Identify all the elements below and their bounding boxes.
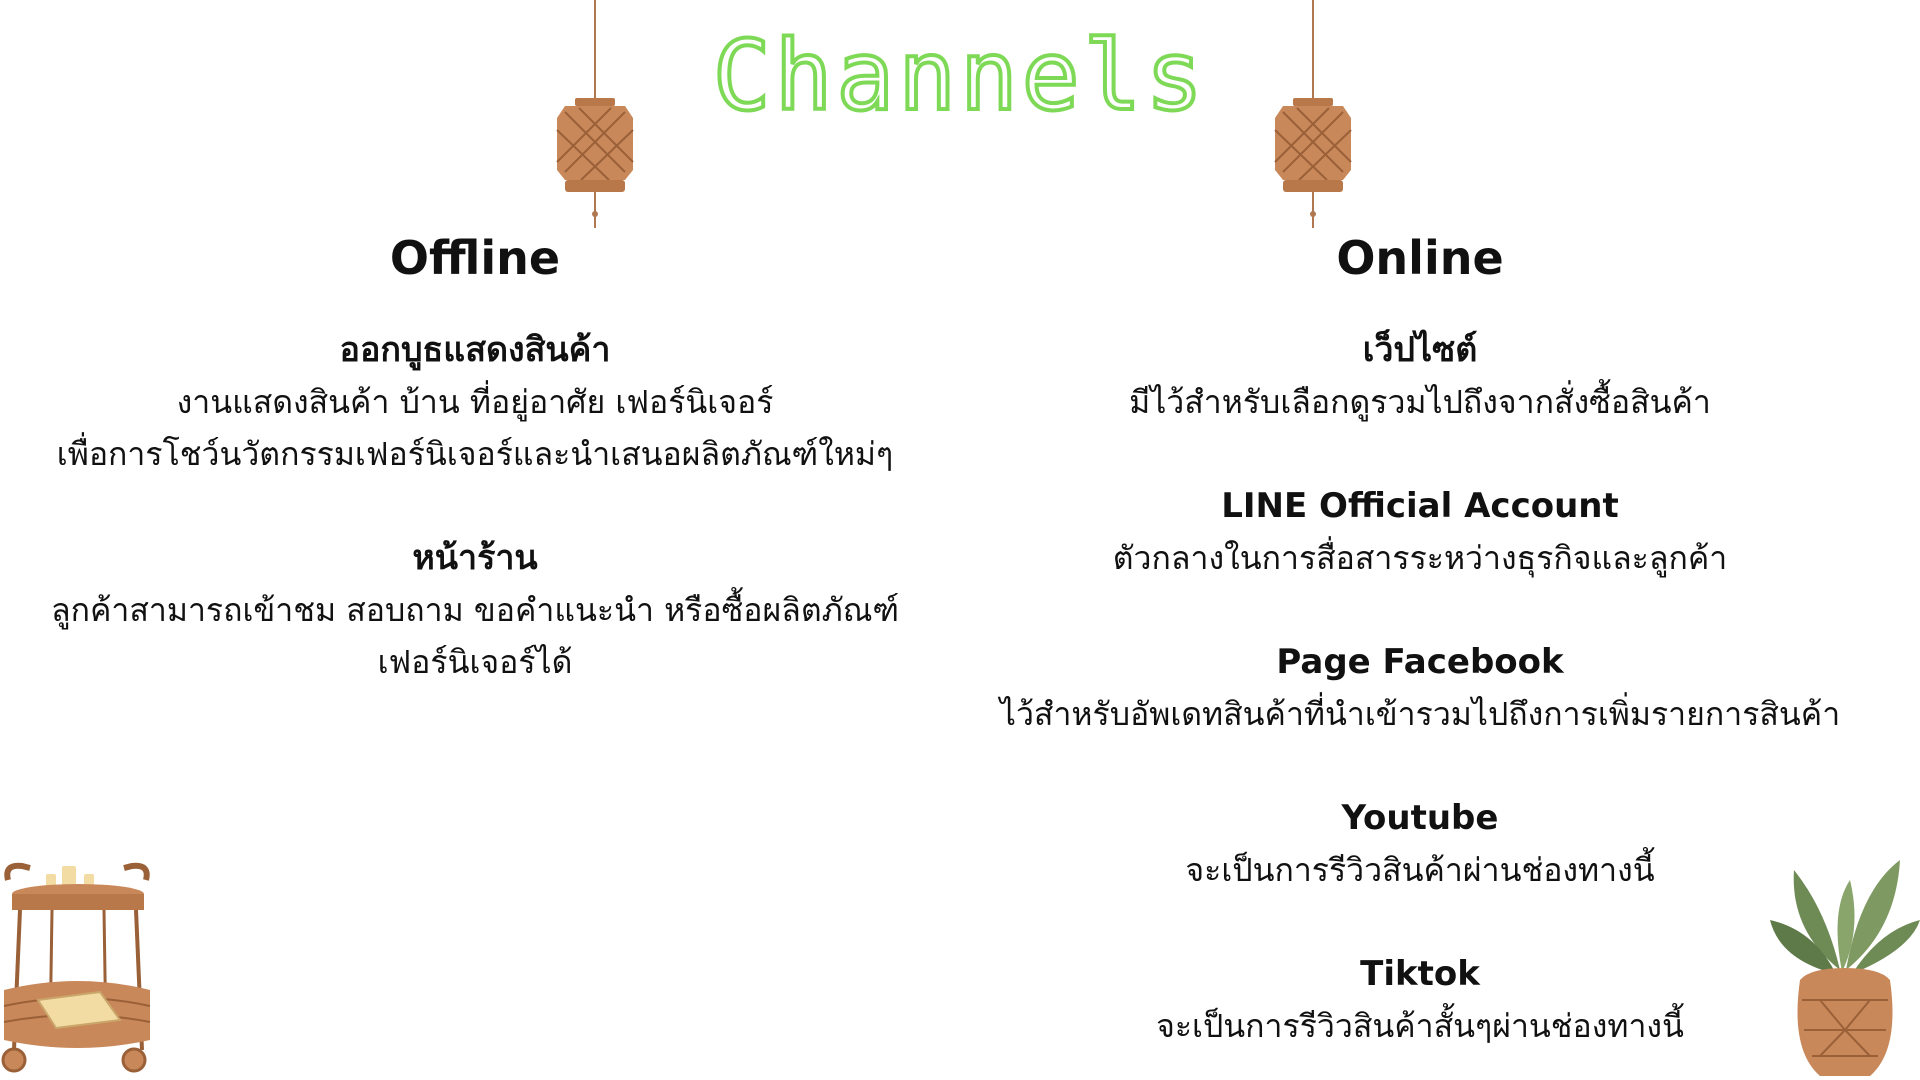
online-item: LINE Official Account ตัวกลางในการสื่อสา… [960,480,1880,584]
rattan-pendant-lamp-icon [556,0,634,228]
page-title: Channels [711,20,1208,132]
online-item-title: Page Facebook [1276,642,1564,682]
offline-item: หน้าร้าน ลูกค้าสามารถเข้าชม สอบถาม ขอคำแ… [20,532,930,688]
online-item-title: LINE Official Account [1221,486,1619,526]
online-heading: Online [1336,231,1504,285]
offline-item-title: ออกบูธแสดงสินค้า [339,330,611,370]
online-item: Tiktok จะเป็นการรีวิวสินค้าสั้นๆผ่านช่อง… [960,948,1880,1052]
online-item-desc: จะเป็นการรีวิวสินค้าผ่านช่องทางนี้ [1185,851,1655,889]
rattan-serving-cart-icon [1,862,151,1073]
offline-item-title: หน้าร้าน [412,538,538,578]
online-item-desc: จะเป็นการรีวิวสินค้าสั้นๆผ่านช่องทางนี้ [1156,1007,1684,1045]
online-item: เว็ปไซต์ มีไว้สำหรับเลือกดูรวมไปถึงจากสั… [960,324,1880,428]
offline-column: Offline ออกบูธแสดงสินค้า งานแสดงสินค้า บ… [20,228,930,740]
online-item-desc: มีไว้สำหรับเลือกดูรวมไปถึงจากสั่งซื้อสิน… [1129,383,1711,421]
offline-item-desc: ลูกค้าสามารถเข้าชม สอบถาม ขอคำแนะนำ หรือ… [50,591,899,681]
online-item-title: เว็ปไซต์ [1362,330,1478,370]
rattan-pendant-lamp-icon [1274,0,1352,228]
online-item-desc: ไว้สำหรับอัพเดทสินค้าที่นำเข้ารวมไปถึงกา… [999,695,1841,733]
online-item-title: Youtube [1341,798,1499,838]
online-column: Online เว็ปไซต์ มีไว้สำหรับเลือกดูรวมไปถ… [960,228,1880,1080]
offline-item-desc: งานแสดงสินค้า บ้าน ที่อยู่อาศัย เฟอร์นิเ… [56,383,894,473]
online-item: Page Facebook ไว้สำหรับอัพเดทสินค้าที่นำ… [960,636,1880,740]
online-item-desc: ตัวกลางในการสื่อสารระหว่างธุรกิจและลูกค้… [1112,539,1728,577]
offline-heading: Offline [389,231,561,285]
online-item-title: Tiktok [1360,954,1480,994]
offline-item: ออกบูธแสดงสินค้า งานแสดงสินค้า บ้าน ที่อ… [20,324,930,480]
online-item: Youtube จะเป็นการรีวิวสินค้าผ่านช่องทางน… [960,792,1880,896]
potted-plant-icon [1770,860,1920,1076]
